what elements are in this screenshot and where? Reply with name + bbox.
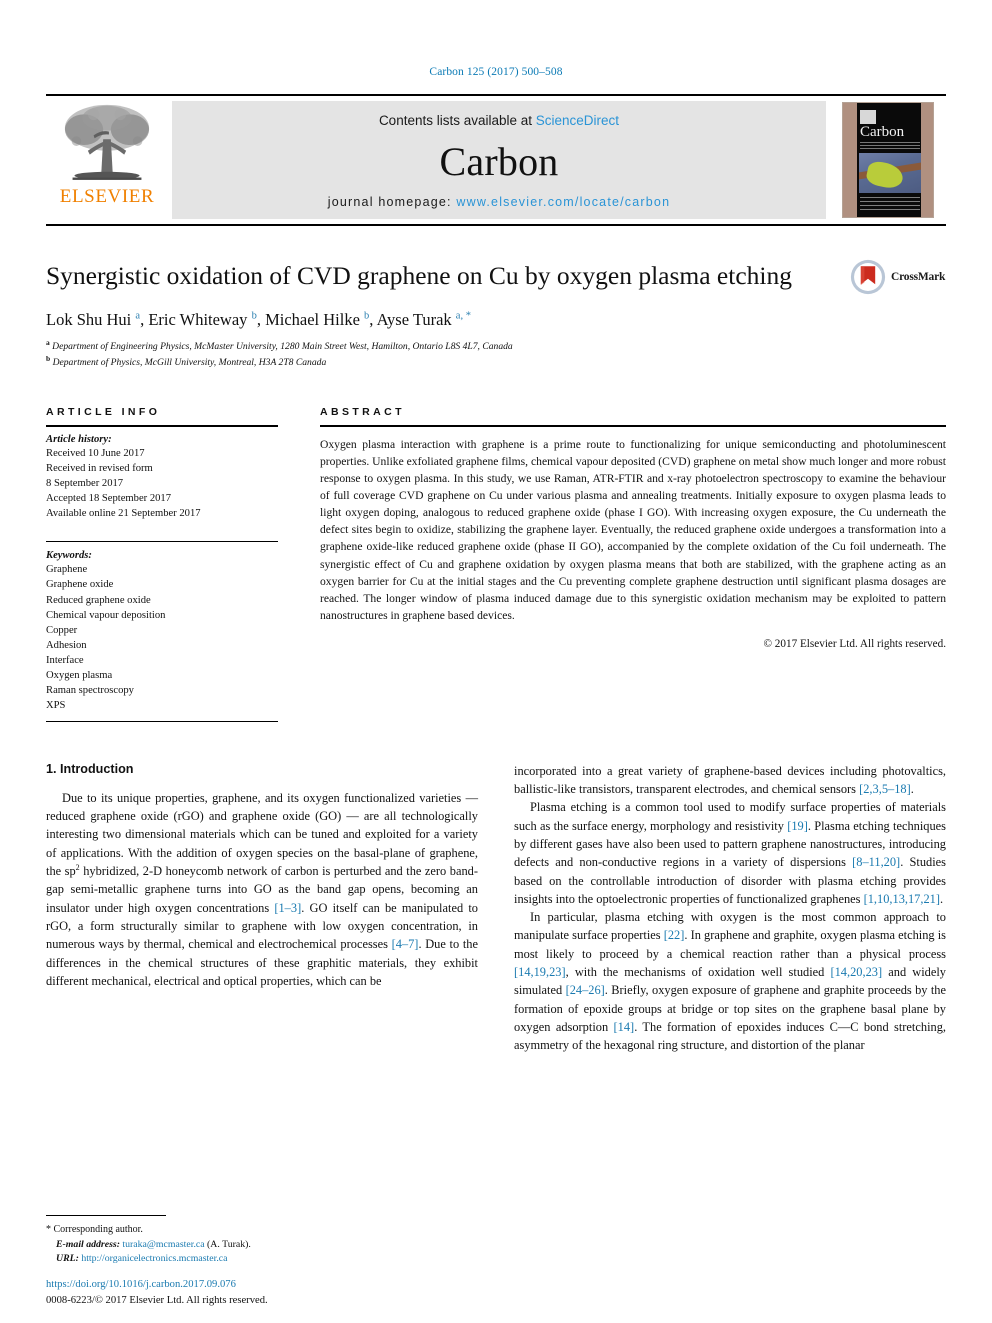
article-history-label: Article history: xyxy=(46,434,112,446)
title-zone: Synergistic oxidation of CVD graphene on… xyxy=(46,259,946,370)
article-history-line: Available online 21 September 2017 xyxy=(46,508,201,520)
elsevier-logo-block: ELSEVIER xyxy=(46,96,168,224)
journal-cover-block: Carbon xyxy=(830,96,946,224)
issn-copyright-line: 0008-6223/© 2017 Elsevier Ltd. All right… xyxy=(46,1295,268,1307)
cover-footer-lines xyxy=(860,197,920,213)
keyword-item: XPS xyxy=(46,699,66,711)
doi-link[interactable]: https://doi.org/10.1016/j.carbon.2017.09… xyxy=(46,1277,506,1293)
keyword-item: Copper xyxy=(46,624,78,636)
contents-prefix: Contents lists available at xyxy=(378,113,536,128)
article-info-rule-bottom xyxy=(46,720,278,722)
keyword-item: Oxygen plasma xyxy=(46,669,113,681)
body-column-right: incorporated into a great variety of gra… xyxy=(514,762,946,1055)
intro-paragraph-right-2: Plasma etching is a common tool used to … xyxy=(514,800,947,906)
journal-homepage-line: journal homepage: www.elsevier.com/locat… xyxy=(328,195,670,209)
affiliation-a: a Department of Engineering Physics, McM… xyxy=(46,338,513,353)
sciencedirect-link[interactable]: ScienceDirect xyxy=(536,113,619,128)
cover-elsevier-badge-icon xyxy=(860,110,876,124)
intro-paragraph-right-1: incorporated into a great variety of gra… xyxy=(514,763,946,797)
journal-title: Carbon xyxy=(439,138,559,184)
keywords-label: Keywords: xyxy=(46,550,92,562)
email-note: E-mail address: turaka@mcmaster.ca (A. T… xyxy=(46,1238,478,1253)
body-column-left: 1. Introduction Due to its unique proper… xyxy=(46,762,478,1055)
keyword-item: Chemical vapour deposition xyxy=(46,609,166,621)
keyword-item: Graphene oxide xyxy=(46,579,114,591)
keyword-item: Reduced graphene oxide xyxy=(46,594,151,606)
crossmark-label: CrossMark xyxy=(891,271,946,283)
article-history-line: Received 10 June 2017 xyxy=(46,448,145,460)
crossmark-icon xyxy=(850,259,886,295)
crossmark-badge[interactable]: CrossMark xyxy=(850,256,946,298)
running-head: Carbon 125 (2017) 500–508 xyxy=(429,66,563,78)
elsevier-tree-icon xyxy=(64,104,150,180)
journal-cover-thumbnail: Carbon xyxy=(842,102,934,218)
intro-paragraph-left-1: Due to its unique properties, graphene, … xyxy=(46,790,478,988)
intro-paragraph-right-3: In particular, plasma etching with oxyge… xyxy=(514,910,947,1053)
masthead-centre: Contents lists available at ScienceDirec… xyxy=(172,101,826,219)
journal-masthead: ELSEVIER Contents lists available at Sci… xyxy=(46,94,946,226)
paper-page: Carbon 125 (2017) 500–508 ELSEVIER Conte… xyxy=(0,0,992,1323)
author-url-link[interactable]: http://organicelectronics.mcmaster.ca xyxy=(81,1253,227,1264)
article-info-heading: ARTICLE INFO xyxy=(46,406,161,419)
homepage-prefix: journal homepage: xyxy=(327,195,457,209)
author-list: Lok Shu Hui a, Eric Whiteway b, Michael … xyxy=(46,310,471,330)
affiliation-list: a Department of Engineering Physics, McM… xyxy=(46,338,946,370)
footnote-block: * Corresponding author. E-mail address: … xyxy=(46,1214,478,1267)
cover-illustration xyxy=(859,153,921,193)
article-history-line: Received in revised form xyxy=(46,463,153,475)
abstract-heading: ABSTRACT xyxy=(320,406,405,419)
journal-homepage-link[interactable]: www.elsevier.com/locate/carbon xyxy=(456,195,670,209)
contents-available-line: Contents lists available at ScienceDirec… xyxy=(379,113,619,128)
keyword-item: Interface xyxy=(46,654,84,666)
page-title: Synergistic oxidation of CVD graphene on… xyxy=(46,261,792,290)
abstract-copyright: © 2017 Elsevier Ltd. All rights reserved… xyxy=(763,637,947,650)
url-label: URL: xyxy=(56,1253,79,1265)
affiliation-a-text: Department of Engineering Physics, McMas… xyxy=(52,341,513,353)
corresponding-author-text: * Corresponding author. xyxy=(46,1223,143,1235)
article-history-line: Accepted 18 September 2017 xyxy=(46,493,172,505)
keyword-item: Adhesion xyxy=(46,639,87,651)
keyword-item: Graphene xyxy=(46,564,88,576)
elsevier-wordmark: ELSEVIER xyxy=(59,186,155,207)
cover-subtitle-lines xyxy=(860,142,920,151)
corresponding-author-note: * Corresponding author. xyxy=(46,1222,478,1238)
body-columns: 1. Introduction Due to its unique proper… xyxy=(46,762,946,1055)
email-label: E-mail address: xyxy=(56,1238,120,1250)
doi-block: https://doi.org/10.1016/j.carbon.2017.09… xyxy=(46,1277,506,1309)
keyword-item: Raman spectroscopy xyxy=(46,684,134,696)
cover-journal-title: Carbon xyxy=(860,124,905,140)
affiliation-b-text: Department of Physics, McGill University… xyxy=(52,357,327,369)
info-abstract-region: ARTICLE INFO Article history: Received 1… xyxy=(46,406,946,722)
article-history-line: 8 September 2017 xyxy=(46,478,124,490)
email-link[interactable]: turaka@mcmaster.ca xyxy=(122,1239,204,1250)
footnote-rule xyxy=(46,1214,166,1216)
abstract-text: Oxygen plasma interaction with graphene … xyxy=(320,438,946,622)
email-suffix: (A. Turak). xyxy=(207,1238,251,1250)
affiliation-b: b Department of Physics, McGill Universi… xyxy=(46,354,327,369)
article-info-column: ARTICLE INFO Article history: Received 1… xyxy=(46,406,278,722)
section-heading-introduction: 1. Introduction xyxy=(46,761,134,776)
article-history-block: Article history: Received 10 June 2017 R… xyxy=(46,427,278,521)
keywords-block: Keywords: Graphene Graphene oxide Reduce… xyxy=(46,541,278,712)
abstract-column: ABSTRACT Oxygen plasma interaction with … xyxy=(320,406,946,721)
url-note: URL: http://organicelectronics.mcmaster.… xyxy=(46,1252,478,1267)
